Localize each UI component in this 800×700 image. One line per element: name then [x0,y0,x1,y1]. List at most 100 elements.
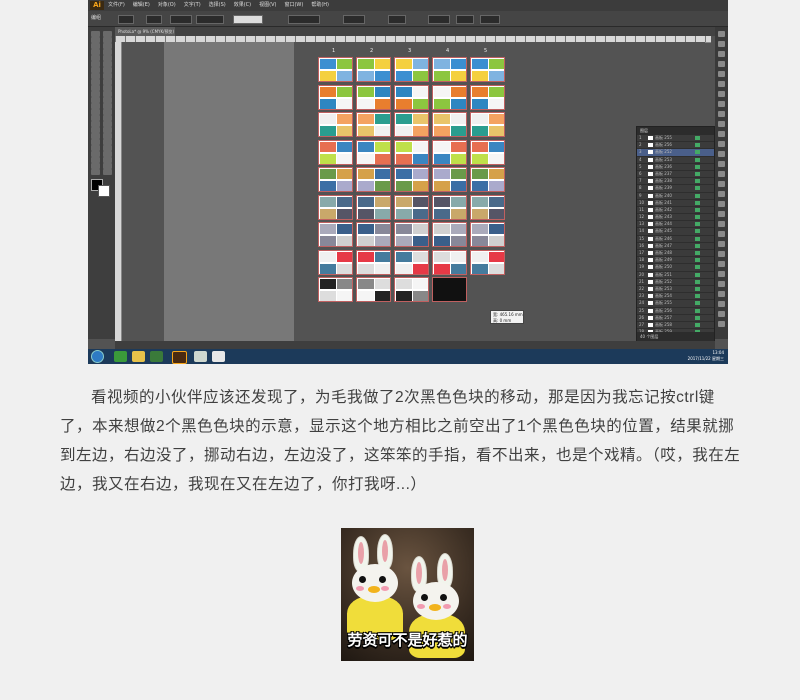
fill-swatch[interactable] [118,15,134,24]
artboard-thumbnail[interactable] [318,194,353,220]
variable-width-field[interactable] [196,15,224,24]
layer-row[interactable]: 3 画板 252 [637,149,714,157]
taskbar-app-icon[interactable] [212,351,225,362]
artboard-thumbnail[interactable] [394,139,429,165]
panel-icon[interactable] [718,151,725,157]
layer-row[interactable]: 21 画板 252 [637,279,714,286]
wechat-icon[interactable] [194,351,207,362]
x-field[interactable] [388,15,406,24]
panel-icon[interactable] [718,191,725,197]
artboard-thumbnail[interactable] [394,112,429,137]
panel-icon[interactable] [718,301,725,307]
vertical-ruler[interactable] [115,42,122,342]
menu-item[interactable]: 视图(V) [259,2,276,8]
panel-icon[interactable] [718,131,725,137]
system-clock[interactable]: 13:04 2017/11/22 星期三 [688,350,724,362]
layer-row[interactable]: 7 画板 238 [637,178,714,186]
panel-icon[interactable] [718,241,725,247]
menu-item[interactable]: 文字(T) [184,2,201,8]
layers-panel[interactable]: 图层 1 画板 255 2 画板 256 3 画板 252 4 画板 253 5 画板 236 6 画… [636,126,715,364]
artboard-thumbnail[interactable] [318,57,353,82]
menu-item[interactable]: 文件(F) [108,2,125,8]
panel-icon[interactable] [718,251,725,257]
panel-icon[interactable] [718,41,725,47]
layer-row[interactable]: 12 画板 243 [637,214,714,222]
menu-items[interactable]: 文件(F) 编辑(E) 对象(O) 文字(T) 选择(S) 效果(C) 视图(V) 窗口(W)… [108,0,337,11]
start-button-icon[interactable] [91,350,104,363]
artboard-thumbnail[interactable] [432,194,467,220]
panel-icon[interactable] [718,91,725,97]
layer-row[interactable]: 13 画板 244 [637,221,714,229]
artboard-thumbnail[interactable] [318,277,353,302]
artboard-thumbnail[interactable] [356,112,391,137]
panel-icon[interactable] [718,231,725,237]
stroke-weight-field[interactable] [170,15,192,24]
artboard-thumbnail[interactable] [356,167,391,192]
artboard-thumbnail[interactable] [356,249,391,275]
artboard-thumbnail[interactable] [470,139,505,165]
layer-row[interactable]: 19 画板 250 [637,264,714,272]
menu-item[interactable]: 对象(O) [158,2,176,8]
layer-row[interactable]: 14 画板 245 [637,228,714,236]
artboard-thumbnail[interactable] [432,84,467,110]
artboard-thumbnail[interactable] [356,194,391,220]
layer-row[interactable]: 18 画板 249 [637,257,714,265]
artboard-thumbnail[interactable] [432,57,467,82]
width-field[interactable] [456,15,474,24]
window-controls[interactable] [694,2,726,17]
brush-field[interactable] [233,15,263,24]
tool-button-icon[interactable] [91,169,100,175]
panel-icon[interactable] [718,161,725,167]
artboard-thumbnail[interactable] [394,167,429,192]
artboard-thumbnail[interactable] [470,112,505,137]
artboard-thumbnail[interactable] [470,194,505,220]
layer-row[interactable]: 26 画板 257 [637,315,714,322]
layer-row[interactable]: 22 画板 253 [637,286,714,294]
panel-icon[interactable] [718,211,725,217]
artboard-thumbnail[interactable] [318,139,353,165]
artboard-thumbnail[interactable] [432,112,467,137]
panel-icon[interactable] [718,171,725,177]
menu-item[interactable]: 选择(S) [209,2,226,8]
artboard-thumbnail[interactable] [432,139,467,165]
artboard-thumbnail[interactable] [318,222,353,247]
panel-icon[interactable] [718,271,725,277]
menu-item[interactable]: 帮助(H) [311,2,329,8]
taskbar-app-icon[interactable] [114,351,127,362]
folder-icon[interactable] [132,351,145,362]
layer-row[interactable]: 27 画板 258 [637,322,714,330]
panel-icon[interactable] [718,321,725,327]
layer-row[interactable]: 11 画板 242 [637,207,714,215]
panel-icon[interactable] [718,81,725,87]
layer-row[interactable]: 20 画板 251 [637,272,714,279]
illustrator-taskbar-icon[interactable] [172,351,187,364]
layer-row[interactable]: 9 画板 240 [637,193,714,200]
panel-icon[interactable] [718,281,725,287]
layer-row[interactable]: 24 画板 255 [637,300,714,308]
artboard-thumbnail[interactable] [470,57,505,82]
artboard-thumbnail[interactable] [432,167,467,192]
layer-row[interactable]: 17 画板 248 [637,250,714,258]
layer-row[interactable]: 16 画板 247 [637,243,714,250]
document-tab[interactable]: PhotoLa* @ 9% (CMYK/预览) [115,27,175,36]
artboard-thumbnail[interactable] [356,84,391,110]
tool-button-icon[interactable] [103,169,112,175]
layer-row[interactable]: 23 画板 254 [637,293,714,301]
artboard-thumbnail[interactable] [356,277,391,302]
panel-icon[interactable] [718,201,725,207]
artboard-thumbnail[interactable] [394,84,429,110]
panel-icon[interactable] [718,181,725,187]
opacity-field[interactable] [288,15,320,24]
artboard-thumbnail[interactable] [356,222,391,247]
panel-icon[interactable] [718,31,725,37]
layer-row[interactable]: 1 画板 255 [637,135,714,143]
layer-row[interactable]: 2 画板 256 [637,142,714,150]
menu-item[interactable]: 编辑(E) [133,2,150,8]
menu-item[interactable]: 效果(C) [234,2,251,8]
layer-row[interactable]: 5 画板 236 [637,164,714,171]
menu-item[interactable]: 窗口(W) [284,2,303,8]
panel-icon[interactable] [718,261,725,267]
artboard-thumbnail[interactable] [318,167,353,192]
black-block-artboard[interactable] [432,277,467,302]
artboard-thumbnail[interactable] [318,249,353,275]
